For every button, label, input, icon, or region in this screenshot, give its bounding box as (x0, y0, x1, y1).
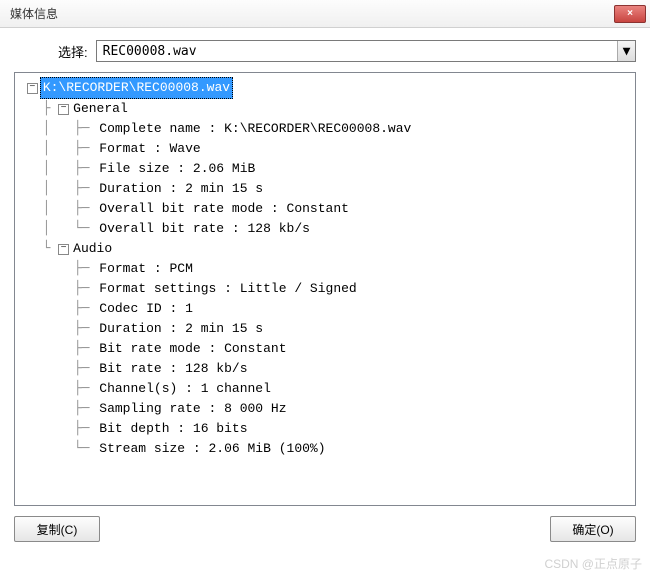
tree-row[interactable]: │ └─ Overall bit rate : 128 kb/s (19, 219, 631, 239)
tree-row[interactable]: ├─ Bit rate : 128 kb/s (19, 359, 631, 379)
tree-node-label: Format : Wave (97, 139, 202, 159)
expander-icon[interactable]: − (58, 104, 69, 115)
tree-node-label: Audio (71, 239, 114, 259)
tree-node-label: Duration : 2 min 15 s (97, 319, 265, 339)
tree-connector (19, 78, 27, 98)
tree-row[interactable]: − K:\RECORDER\REC00008.wav (19, 77, 631, 99)
file-dropdown[interactable]: REC00008.wav ▼ (96, 40, 636, 62)
tree-connector: ├─ (19, 399, 97, 419)
tree-connector: └─ (19, 439, 97, 459)
tree-connector: ├─ (19, 419, 97, 439)
tree-connector: ├─ (19, 319, 97, 339)
tree-row[interactable]: ├─ Bit depth : 16 bits (19, 419, 631, 439)
tree-node-label: Overall bit rate : 128 kb/s (97, 219, 312, 239)
tree-row[interactable]: │ ├─ File size : 2.06 MiB (19, 159, 631, 179)
ok-button[interactable]: 确定(O) (550, 516, 636, 542)
tree-node-label: Overall bit rate mode : Constant (97, 199, 351, 219)
tree-connector: │ ├─ (19, 199, 97, 219)
tree-connector: ├─ (19, 379, 97, 399)
tree-connector: ├ (19, 99, 58, 119)
tree-node-label: General (71, 99, 130, 119)
tree-row[interactable]: │ ├─ Overall bit rate mode : Constant (19, 199, 631, 219)
tree-row[interactable]: ├─ Format : PCM (19, 259, 631, 279)
expander-icon[interactable]: − (58, 244, 69, 255)
tree-panel[interactable]: − K:\RECORDER\REC00008.wav ├ − General │… (14, 72, 636, 506)
tree-connector: ├─ (19, 299, 97, 319)
tree-node-label: Complete name : K:\RECORDER\REC00008.wav (97, 119, 413, 139)
tree-connector: │ └─ (19, 219, 97, 239)
selector-label: 选择: (58, 42, 88, 61)
tree-node-label: Channel(s) : 1 channel (97, 379, 273, 399)
tree-node-label: Format : PCM (97, 259, 195, 279)
selector-row: 选择: REC00008.wav ▼ (14, 40, 636, 62)
window-title: 媒体信息 (10, 5, 614, 22)
expander-icon[interactable]: − (27, 83, 38, 94)
tree-row[interactable]: │ ├─ Format : Wave (19, 139, 631, 159)
tree-row[interactable]: ├─ Format settings : Little / Signed (19, 279, 631, 299)
watermark: CSDN @正点原子 (544, 555, 642, 572)
tree-node-label: Codec ID : 1 (97, 299, 195, 319)
tree-row[interactable]: └─ Stream size : 2.06 MiB (100%) (19, 439, 631, 459)
tree-connector: ├─ (19, 359, 97, 379)
copy-button[interactable]: 复制(C) (14, 516, 100, 542)
tree-row[interactable]: └ − Audio (19, 239, 631, 259)
tree-connector: └ (19, 239, 58, 259)
close-button[interactable]: × (614, 5, 646, 23)
tree-node-label: Stream size : 2.06 MiB (100%) (97, 439, 327, 459)
tree-row[interactable]: ├ − General (19, 99, 631, 119)
tree-connector: ├─ (19, 339, 97, 359)
tree-connector: │ ├─ (19, 139, 97, 159)
content-area: 选择: REC00008.wav ▼ − K:\RECORDER\REC0000… (0, 28, 650, 556)
tree-connector: ├─ (19, 259, 97, 279)
tree-connector: │ ├─ (19, 119, 97, 139)
tree-row[interactable]: ├─ Channel(s) : 1 channel (19, 379, 631, 399)
dropdown-value: REC00008.wav (97, 44, 617, 59)
dropdown-button[interactable]: ▼ (617, 41, 635, 61)
chevron-down-icon: ▼ (623, 44, 631, 59)
close-icon: × (627, 8, 633, 19)
tree-row[interactable]: │ ├─ Complete name : K:\RECORDER\REC0000… (19, 119, 631, 139)
button-row: 复制(C) 确定(O) (14, 516, 636, 544)
tree-node-label: File size : 2.06 MiB (97, 159, 257, 179)
tree-connector: │ ├─ (19, 159, 97, 179)
tree-row[interactable]: ├─ Bit rate mode : Constant (19, 339, 631, 359)
tree-node-label: Duration : 2 min 15 s (97, 179, 265, 199)
tree-connector: │ ├─ (19, 179, 97, 199)
title-bar: 媒体信息 × (0, 0, 650, 28)
tree-row[interactable]: ├─ Duration : 2 min 15 s (19, 319, 631, 339)
tree-row[interactable]: ├─ Sampling rate : 8 000 Hz (19, 399, 631, 419)
tree-row[interactable]: ├─ Codec ID : 1 (19, 299, 631, 319)
tree-node-label: Format settings : Little / Signed (97, 279, 358, 299)
tree-connector: ├─ (19, 279, 97, 299)
tree-root-label: K:\RECORDER\REC00008.wav (40, 77, 233, 99)
tree-row[interactable]: │ ├─ Duration : 2 min 15 s (19, 179, 631, 199)
tree-node-label: Bit rate mode : Constant (97, 339, 288, 359)
tree-node-label: Bit rate : 128 kb/s (97, 359, 249, 379)
tree-node-label: Bit depth : 16 bits (97, 419, 249, 439)
tree-node-label: Sampling rate : 8 000 Hz (97, 399, 288, 419)
